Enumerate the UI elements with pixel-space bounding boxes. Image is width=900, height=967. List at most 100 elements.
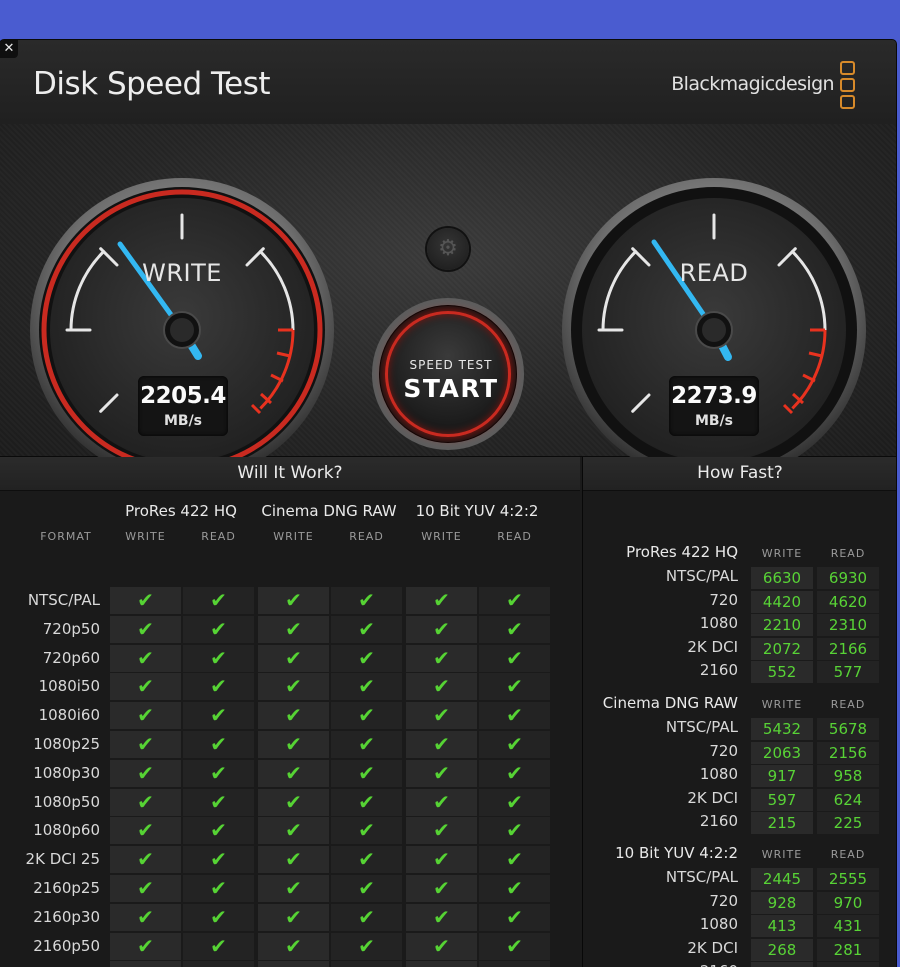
compat-cell: ✔ <box>110 731 181 758</box>
compat-cell: ✔ <box>110 817 181 845</box>
read-column-header: READ <box>830 547 866 560</box>
write-column-header: WRITE <box>125 530 166 543</box>
check-icon: ✔ <box>358 645 375 670</box>
compat-cell: ✔ <box>183 932 254 960</box>
compat-cell: ✔ <box>183 587 254 614</box>
how-fast-format-label: 720 <box>709 741 738 760</box>
check-icon: ✔ <box>433 674 450 699</box>
compat-cell: ✔ <box>110 961 181 967</box>
compat-cell: ✔ <box>331 875 402 902</box>
compat-cell: ✔ <box>479 846 550 874</box>
compat-cell: ✔ <box>479 587 550 614</box>
check-icon: ✔ <box>506 876 523 900</box>
compat-cell: ✔ <box>406 903 477 931</box>
group-header: ProRes 422 HQ <box>125 502 237 520</box>
check-icon: ✔ <box>210 703 227 728</box>
check-icon: ✔ <box>210 847 227 872</box>
check-icon: ✔ <box>285 645 302 670</box>
check-icon: ✔ <box>358 732 375 756</box>
check-icon: ✔ <box>285 876 302 900</box>
write-column-header: WRITE <box>761 547 803 560</box>
check-icon: ✔ <box>358 904 375 929</box>
check-icon: ✔ <box>506 760 523 785</box>
check-icon: ✔ <box>137 760 154 785</box>
compat-cell: ✔ <box>406 731 477 758</box>
compat-cell: ✔ <box>406 587 477 614</box>
how-fast-panel: How Fast? ProRes 422 HQ WRITE READ NTSC/PAL… <box>582 457 896 967</box>
write-column-header: WRITE <box>761 698 803 711</box>
compat-cell: ✔ <box>331 817 402 845</box>
check-icon: ✔ <box>285 933 302 958</box>
compat-cell: ✔ <box>331 587 402 614</box>
write-column-header: WRITE <box>421 530 462 543</box>
write-fps-value: 4420 <box>751 590 813 613</box>
compat-cell: ✔ <box>479 932 550 960</box>
how-fast-format-label: 720 <box>709 891 738 910</box>
check-icon: ✔ <box>285 818 302 843</box>
compat-cell: ✔ <box>183 731 254 758</box>
start-button[interactable]: SPEED TEST START <box>372 298 524 450</box>
check-icon: ✔ <box>433 760 450 785</box>
compat-cell: ✔ <box>183 961 254 967</box>
format-row-label: 1080i50 <box>38 677 100 696</box>
app-window: Disk Speed Test Blackmagicdesign ✕ WRITE… <box>0 40 896 967</box>
check-icon: ✔ <box>433 876 450 900</box>
format-row-label: 720p60 <box>42 648 100 667</box>
check-icon: ✔ <box>210 904 227 929</box>
compat-cell: ✔ <box>110 846 181 874</box>
check-icon: ✔ <box>210 732 227 756</box>
check-icon: ✔ <box>285 732 302 756</box>
check-icon: ✔ <box>137 818 154 843</box>
how-fast-group-name: Cinema DNG RAW <box>602 694 738 712</box>
read-fps-value: 281 <box>817 938 879 961</box>
check-icon: ✔ <box>285 962 302 967</box>
check-icon: ✔ <box>506 645 523 670</box>
compat-cell: ✔ <box>258 673 329 701</box>
settings-gear-icon[interactable]: ⚙ <box>427 228 469 270</box>
read-column-header: READ <box>830 698 866 711</box>
group-header: 10 Bit YUV 4:2:2 <box>415 502 539 520</box>
compat-cell: ✔ <box>258 587 329 614</box>
check-icon: ✔ <box>210 962 227 967</box>
compat-cell: ✔ <box>479 644 550 672</box>
read-fps-value: 2555 <box>817 868 879 890</box>
compat-cell: ✔ <box>406 817 477 845</box>
check-icon: ✔ <box>506 904 523 929</box>
gauge-panel: WRITE 2205.4 MB/s READ 2273.9 MB/s ⚙ SPE… <box>0 124 896 482</box>
check-icon: ✔ <box>210 933 227 958</box>
format-row-label: 1080p25 <box>33 735 100 753</box>
compat-cell: ✔ <box>258 759 329 787</box>
read-fps-value: 5678 <box>817 718 879 740</box>
check-icon: ✔ <box>137 645 154 670</box>
check-icon: ✔ <box>358 789 375 814</box>
read-column-header: READ <box>201 530 236 543</box>
brand-logo-icon <box>840 61 856 109</box>
read-speed-unit: MB/s <box>694 413 734 429</box>
compat-cell: ✔ <box>110 644 181 672</box>
check-icon: ✔ <box>506 818 523 843</box>
compat-cell: ✔ <box>479 731 550 758</box>
check-icon: ✔ <box>433 818 450 843</box>
compat-cell: ✔ <box>479 875 550 902</box>
check-icon: ✔ <box>506 588 523 612</box>
close-button[interactable]: ✕ <box>0 40 18 58</box>
compat-cell: ✔ <box>110 903 181 931</box>
how-fast-format-label: NTSC/PAL <box>665 718 738 736</box>
how-fast-format-label: 1080 <box>699 915 738 934</box>
format-row-label: 1080i60 <box>38 706 100 725</box>
check-icon: ✔ <box>285 703 302 728</box>
check-icon: ✔ <box>433 789 450 814</box>
compat-cell: ✔ <box>258 817 329 845</box>
brand-name: Blackmagicdesign <box>671 73 834 95</box>
read-fps-value: 970 <box>817 891 879 914</box>
read-column-header: READ <box>497 530 532 543</box>
check-icon: ✔ <box>358 933 375 958</box>
write-fps-value: 215 <box>751 812 813 835</box>
compat-cell: ✔ <box>110 702 181 730</box>
check-icon: ✔ <box>358 760 375 785</box>
app-title: Disk Speed Test <box>33 66 271 102</box>
write-speed-value: 2205.4 <box>140 383 226 409</box>
compat-cell: ✔ <box>258 731 329 758</box>
check-icon: ✔ <box>506 616 523 641</box>
compat-cell: ✔ <box>183 673 254 701</box>
